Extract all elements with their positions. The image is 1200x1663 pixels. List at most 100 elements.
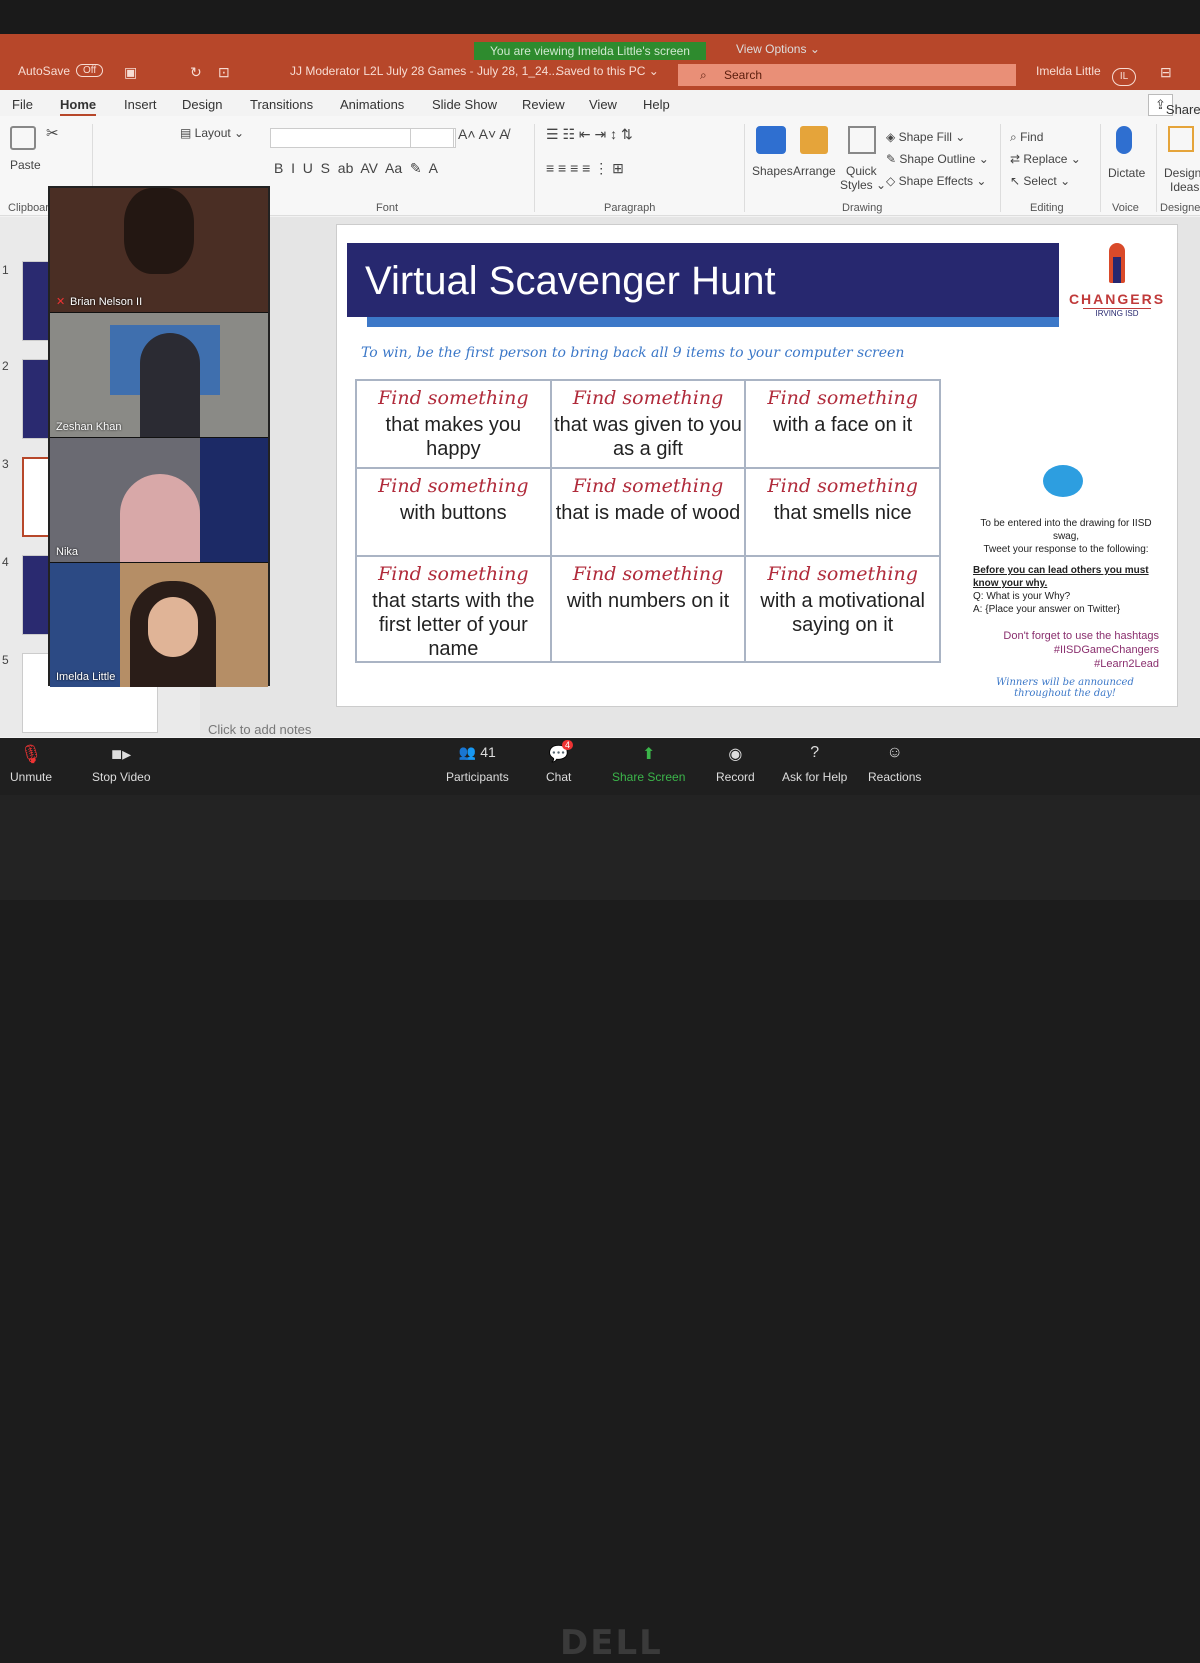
ask-for-help-button[interactable]: ? Ask for Help <box>782 744 847 784</box>
stop-video-button[interactable]: ■▸ Stop Video <box>92 744 151 784</box>
video-tile[interactable]: Imelda Little <box>50 563 268 687</box>
current-slide[interactable]: Virtual Scavenger Hunt CHANGERS IRVING I… <box>336 224 1178 707</box>
hashtag-intro: Don't forget to use the hashtags <box>1003 630 1159 642</box>
tab-slide-show[interactable]: Slide Show <box>432 97 497 112</box>
laptop-bezel-top <box>0 0 1200 34</box>
replace-button[interactable]: ⇄ Replace ⌄ <box>1010 152 1081 166</box>
microphone-icon[interactable] <box>1116 126 1132 154</box>
redo-icon[interactable]: ↻ <box>190 64 202 81</box>
participants-button[interactable]: 👥 41 Participants <box>446 744 509 784</box>
answer-text: A: {Place your answer on Twitter} <box>973 604 1121 615</box>
tab-file[interactable]: File <box>12 97 33 112</box>
styles-label: Styles ⌄ <box>840 178 887 192</box>
tab-insert[interactable]: Insert <box>124 97 157 112</box>
stop-video-label: Stop Video <box>92 770 151 784</box>
reactions-label: Reactions <box>868 770 922 784</box>
divider <box>1000 124 1001 212</box>
chat-button[interactable]: 💬 4 Chat <box>546 740 574 784</box>
drawing-info: To be entered into the drawing for IISD … <box>973 517 1159 616</box>
hashtag-2: #Learn2Lead <box>1094 658 1159 670</box>
zoom-sharing-banner: You are viewing Imelda Little's screen <box>474 42 706 60</box>
align-icons[interactable]: ≡ ≡ ≡ ≡ ⋮ ⊞ <box>546 160 624 177</box>
hunt-cell: Find something with a motivational saying… <box>744 555 941 663</box>
group-voice: Voice <box>1112 202 1139 214</box>
hunt-cell: Find something that smells nice <box>744 467 941 557</box>
logo-name: CHANGERS <box>1068 291 1166 307</box>
share-label: Share <box>1165 102 1200 117</box>
arrange-label: Arrange <box>793 164 836 178</box>
select-button[interactable]: ↖ Select ⌄ <box>1010 174 1070 188</box>
shapes-icon[interactable] <box>756 126 786 154</box>
participant-video <box>50 563 120 687</box>
autosave-toggle[interactable]: Off <box>76 64 104 77</box>
shape-effects-label: Shape Effects ⌄ <box>898 174 987 188</box>
muted-mic-icon: 🎙︎ <box>19 744 43 764</box>
slide-title-bar: Virtual Scavenger Hunt <box>347 243 1059 327</box>
divider <box>534 124 535 212</box>
shape-effects-button[interactable]: ◇ Shape Effects ⌄ <box>886 174 986 188</box>
tab-animations[interactable]: Animations <box>340 97 404 112</box>
paste-icon[interactable] <box>10 126 36 150</box>
drawing-line-1: To be entered into the drawing for IISD … <box>980 518 1152 542</box>
slide-title: Virtual Scavenger Hunt <box>365 259 776 303</box>
arrange-icon[interactable] <box>800 126 828 154</box>
tab-view[interactable]: View <box>589 97 617 112</box>
unmute-button[interactable]: 🎙︎ Unmute <box>10 744 52 784</box>
tab-home[interactable]: Home <box>60 97 97 116</box>
font-size-select[interactable] <box>410 128 454 148</box>
present-icon[interactable]: ⊡ <box>218 64 230 81</box>
item-text: that is made of wood <box>555 502 741 524</box>
reactions-button[interactable]: ☺ Reactions <box>868 744 921 784</box>
chat-badge: 4 <box>562 740 574 750</box>
avatar[interactable]: IL <box>1112 68 1136 86</box>
file-title: JJ Moderator L2L July 28 Games - July 28… <box>290 64 559 78</box>
save-icon[interactable]: ▣ <box>124 64 137 81</box>
tab-transitions[interactable]: Transitions <box>250 97 313 112</box>
share-screen-button[interactable]: ⬆ Share Screen <box>612 744 685 784</box>
group-paragraph: Paragraph <box>604 202 656 214</box>
quick-styles-icon[interactable] <box>848 126 876 154</box>
view-options-button[interactable]: View Options ⌄ <box>736 42 820 56</box>
muted-mic-icon: ✕ <box>56 296 66 308</box>
design-ideas-icon[interactable] <box>1168 126 1194 152</box>
cut-icon[interactable]: ✂ <box>46 124 59 142</box>
share-screen-label: Share Screen <box>612 770 686 784</box>
participants-icon: 👥 41 <box>458 744 496 760</box>
video-tile[interactable]: Zeshan Khan <box>50 313 268 437</box>
winners-note: Winners will be announced throughout the… <box>996 677 1134 699</box>
search-input[interactable]: ⌕ Search <box>678 64 1016 86</box>
share-button[interactable]: ⇪ Share <box>1148 94 1200 117</box>
video-tile[interactable]: ✕ Brian Nelson II <box>50 188 268 312</box>
find-label: Find something <box>572 475 724 497</box>
layout-button[interactable]: ▤ Layout ⌄ <box>180 126 244 140</box>
title-underline <box>367 317 1059 327</box>
tab-review[interactable]: Review <box>522 97 565 112</box>
tab-help[interactable]: Help <box>643 97 670 112</box>
participant-face <box>148 597 198 657</box>
ribbon-display-icon[interactable]: ⊟ <box>1160 64 1172 81</box>
find-button[interactable]: ⌕ Find <box>1010 130 1043 145</box>
select-label: Select ⌄ <box>1023 174 1071 188</box>
shape-outline-button[interactable]: ✎ Shape Outline ⌄ <box>886 152 989 166</box>
participant-video <box>120 474 200 562</box>
group-drawing: Drawing <box>842 202 883 214</box>
tab-design[interactable]: Design <box>182 97 222 112</box>
bullets-icon[interactable]: ☰ ☷ ⇤ ⇥ ↕ ⇅ <box>546 126 633 143</box>
video-tile[interactable]: Nika <box>50 438 268 562</box>
find-label: Find something <box>767 475 918 497</box>
grow-font-icon[interactable]: A˄ A˅ A̸ <box>458 126 509 142</box>
record-label: Record <box>716 770 755 784</box>
divider <box>1156 124 1157 212</box>
record-button[interactable]: ◉ Record <box>716 744 755 784</box>
shape-fill-button[interactable]: ◈ Shape Fill ⌄ <box>886 130 965 144</box>
font-format-icons[interactable]: B I U S ab AV Aa ✎ A <box>274 160 438 177</box>
dictate-label: Dictate <box>1108 166 1146 180</box>
video-camera-icon: ■▸ <box>111 744 132 764</box>
group-designer: Designer <box>1160 202 1200 214</box>
logo-sub: IRVING ISD <box>1083 308 1151 318</box>
participant-video <box>140 333 200 437</box>
participant-name: Nika <box>56 546 79 558</box>
ask-for-help-label: Ask for Help <box>782 770 848 784</box>
saved-status[interactable]: Saved to this PC ⌄ <box>556 64 659 78</box>
notes-field[interactable]: Click to add notes <box>208 722 311 737</box>
